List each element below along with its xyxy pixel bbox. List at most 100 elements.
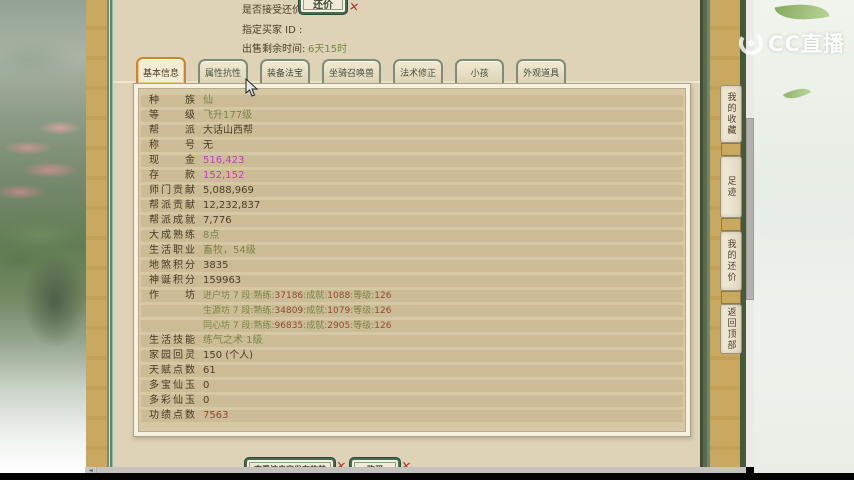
info-row: 存 款 152,152	[141, 170, 683, 182]
info-row: 多宝仙玉 0	[141, 380, 683, 392]
info-row: 神诞积分 159963	[141, 275, 683, 287]
info-value: 练气之术 1级	[203, 335, 263, 346]
tab-attributes[interactable]: 属性抗性	[198, 59, 249, 83]
buyer-id-label: 指定买家 ID :	[242, 25, 303, 36]
info-value: 159963	[203, 275, 242, 286]
info-label: 大成熟练	[149, 230, 195, 241]
sidebar-item-my-collection[interactable]: 我的收藏	[720, 85, 742, 143]
workshop-text: 成就:	[306, 306, 328, 316]
counter-offer-button[interactable]: 还价	[299, 0, 347, 14]
right-page-background	[754, 0, 854, 473]
left-tan-frame-strip	[86, 0, 108, 473]
sidebar-connector	[721, 143, 741, 156]
info-label: 存 款	[149, 170, 195, 181]
remaining-time-value: 6天15时	[308, 44, 348, 55]
info-label: 多彩仙玉	[149, 395, 195, 406]
info-label: 生活职业	[149, 245, 195, 256]
info-row: 现 金 516,423	[141, 155, 683, 167]
info-row: 同心坊 7 段: 熟练: 96835: 成就: 2905: 等级: 126	[141, 320, 683, 332]
workshop-text: 等级:	[353, 306, 375, 316]
info-label: 帮 派	[149, 125, 195, 136]
workshop-text: 等级:	[353, 291, 375, 301]
workshop-text: 熟练:	[253, 321, 275, 331]
info-row: 帮派贡献 12,232,837	[141, 200, 683, 212]
info-label: 家园回灵	[149, 350, 195, 361]
info-row: 生活职业 畜牧，54级	[141, 245, 683, 257]
info-value: 飞升177级	[203, 110, 253, 121]
info-value: 5,088,969	[203, 185, 254, 196]
cancel-x-icon[interactable]: ✕	[348, 0, 360, 15]
workshop-text: 成就:	[306, 321, 328, 331]
info-row: 作 坊进户坊 7 段: 熟练: 37186: 成就: 1088: 等级: 126	[141, 290, 683, 302]
sidebar-item-footprints[interactable]: 足迹	[720, 156, 742, 218]
tab-child[interactable]: 小孩	[455, 59, 505, 83]
tab-basic-info[interactable]: 基本信息	[136, 57, 187, 83]
info-row: 天赋点数 61	[141, 365, 683, 377]
info-value: 大话山西帮	[203, 125, 253, 136]
workshop-text: 生源坊 7 段:	[203, 306, 254, 316]
info-label: 称 号	[149, 140, 195, 151]
cc-live-icon	[739, 31, 763, 55]
leaf-decoration-1	[774, 0, 830, 28]
info-label: 等 级	[149, 110, 195, 121]
right-green-frame-strip	[700, 0, 710, 467]
tab-spell-correction[interactable]: 法术修正	[393, 59, 444, 83]
info-value: 7,776	[203, 215, 232, 226]
info-value: 150 (个人)	[203, 350, 254, 361]
info-label: 帮派贡献	[149, 200, 195, 211]
info-row: 帮派成就 7,776	[141, 215, 683, 227]
sidebar-item-back-to-top[interactable]: 返回顶部	[720, 304, 742, 354]
info-label: 师门贡献	[149, 185, 195, 196]
tab-equipment[interactable]: 装备法宝	[260, 59, 311, 83]
mouse-cursor	[245, 78, 259, 97]
tab-appearance[interactable]: 外观道具	[516, 59, 567, 83]
info-value: 8点	[203, 230, 220, 241]
tabs: 基本信息 属性抗性 装备法宝 坐骑召唤兽 法术修正 小孩 外观道具	[136, 57, 567, 83]
sidebar-connector	[721, 291, 741, 304]
vertical-scrollbar-thumb[interactable]	[746, 118, 754, 300]
info-label: 多宝仙玉	[149, 380, 195, 391]
info-label: 地煞积分	[149, 260, 195, 271]
tab-mounts[interactable]: 坐骑召唤兽	[322, 59, 382, 83]
info-value: 无	[203, 140, 213, 151]
info-row: 多彩仙玉 0	[141, 395, 683, 407]
info-label: 现 金	[149, 155, 195, 166]
info-value: 61	[203, 365, 216, 376]
info-value: 12,232,837	[203, 200, 261, 211]
sidebar-item-my-counter-offers[interactable]: 我的还价	[720, 231, 742, 291]
quick-sidebar: 我的收藏足迹我的还价返回顶部	[719, 85, 743, 354]
cc-live-text: CC直播	[768, 32, 845, 56]
character-info-panel: 种 族仙等 级飞升177级帮 派大话山西帮称 号无现 金 516,423 存 款 15…	[133, 83, 691, 437]
workshop-text: 熟练:	[253, 291, 275, 301]
info-row: 帮 派大话山西帮	[141, 125, 683, 137]
info-value: 7563	[203, 410, 229, 421]
workshop-text: 2905	[327, 321, 351, 331]
info-row: 师门贡献 5,088,969	[141, 185, 683, 197]
cc-live-watermark: CC直播	[738, 28, 845, 58]
info-value: 0	[203, 395, 210, 406]
workshop-text: 成就:	[306, 291, 328, 301]
vertical-scrollbar[interactable]	[746, 0, 754, 467]
workshop-text: 1079	[327, 306, 351, 316]
info-label: 种 族	[149, 95, 195, 106]
workshop-text: 37186	[274, 291, 304, 301]
accept-counter-offer-label: 是否接受还价:	[242, 5, 306, 16]
info-label: 帮派成就	[149, 215, 195, 226]
info-label: 神诞积分	[149, 275, 195, 286]
info-value: 3835	[203, 260, 229, 271]
info-row: 功绩点数 7563	[141, 410, 683, 422]
info-row: 称 号无	[141, 140, 683, 152]
info-label: 生活技能	[149, 335, 195, 346]
workshop-text: 126	[374, 306, 392, 316]
workshop-text: 熟练:	[253, 306, 275, 316]
sidebar-connector	[721, 218, 741, 231]
info-value: 仙	[203, 95, 213, 106]
remaining-time-label: 出售剩余时间:	[242, 44, 306, 55]
info-label: 天赋点数	[149, 365, 195, 376]
info-row: 生源坊 7 段: 熟练: 34809: 成就: 1079: 等级: 126	[141, 305, 683, 317]
info-value: 0	[203, 380, 210, 391]
info-row: 地煞积分 3835	[141, 260, 683, 272]
info-rows: 种 族仙等 级飞升177级帮 派大话山西帮称 号无现 金 516,423 存 款 15…	[139, 95, 685, 422]
info-row: 大成熟练 8点	[141, 230, 683, 242]
info-row: 等 级飞升177级	[141, 110, 683, 122]
